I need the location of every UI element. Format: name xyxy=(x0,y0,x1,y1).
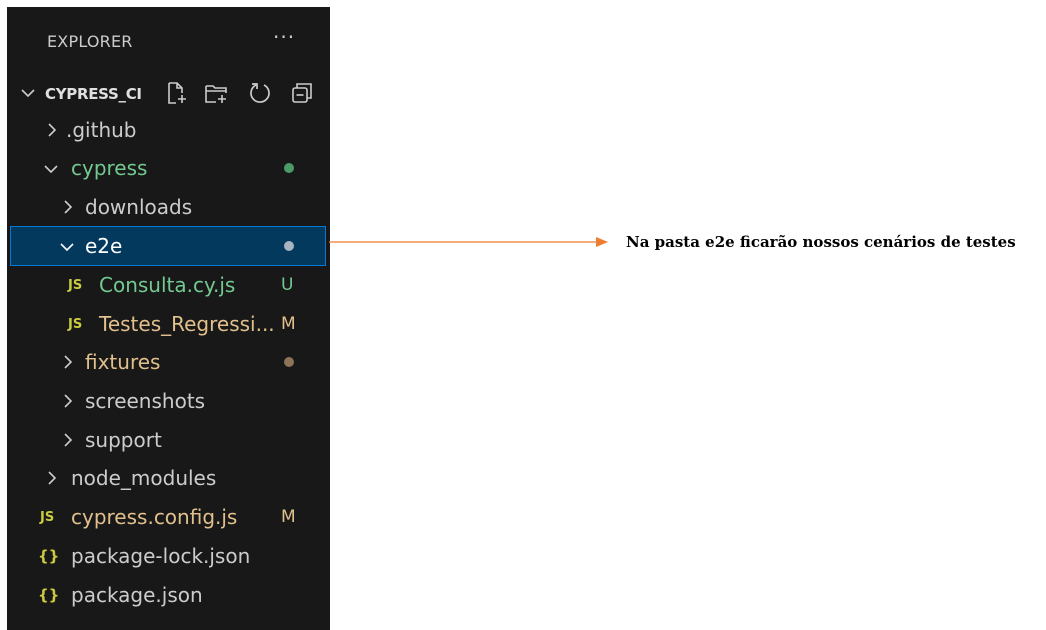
annotation-arrow xyxy=(329,237,608,247)
annotation-text: Na pasta e2e ficarão nossos cenários de … xyxy=(626,233,1016,251)
